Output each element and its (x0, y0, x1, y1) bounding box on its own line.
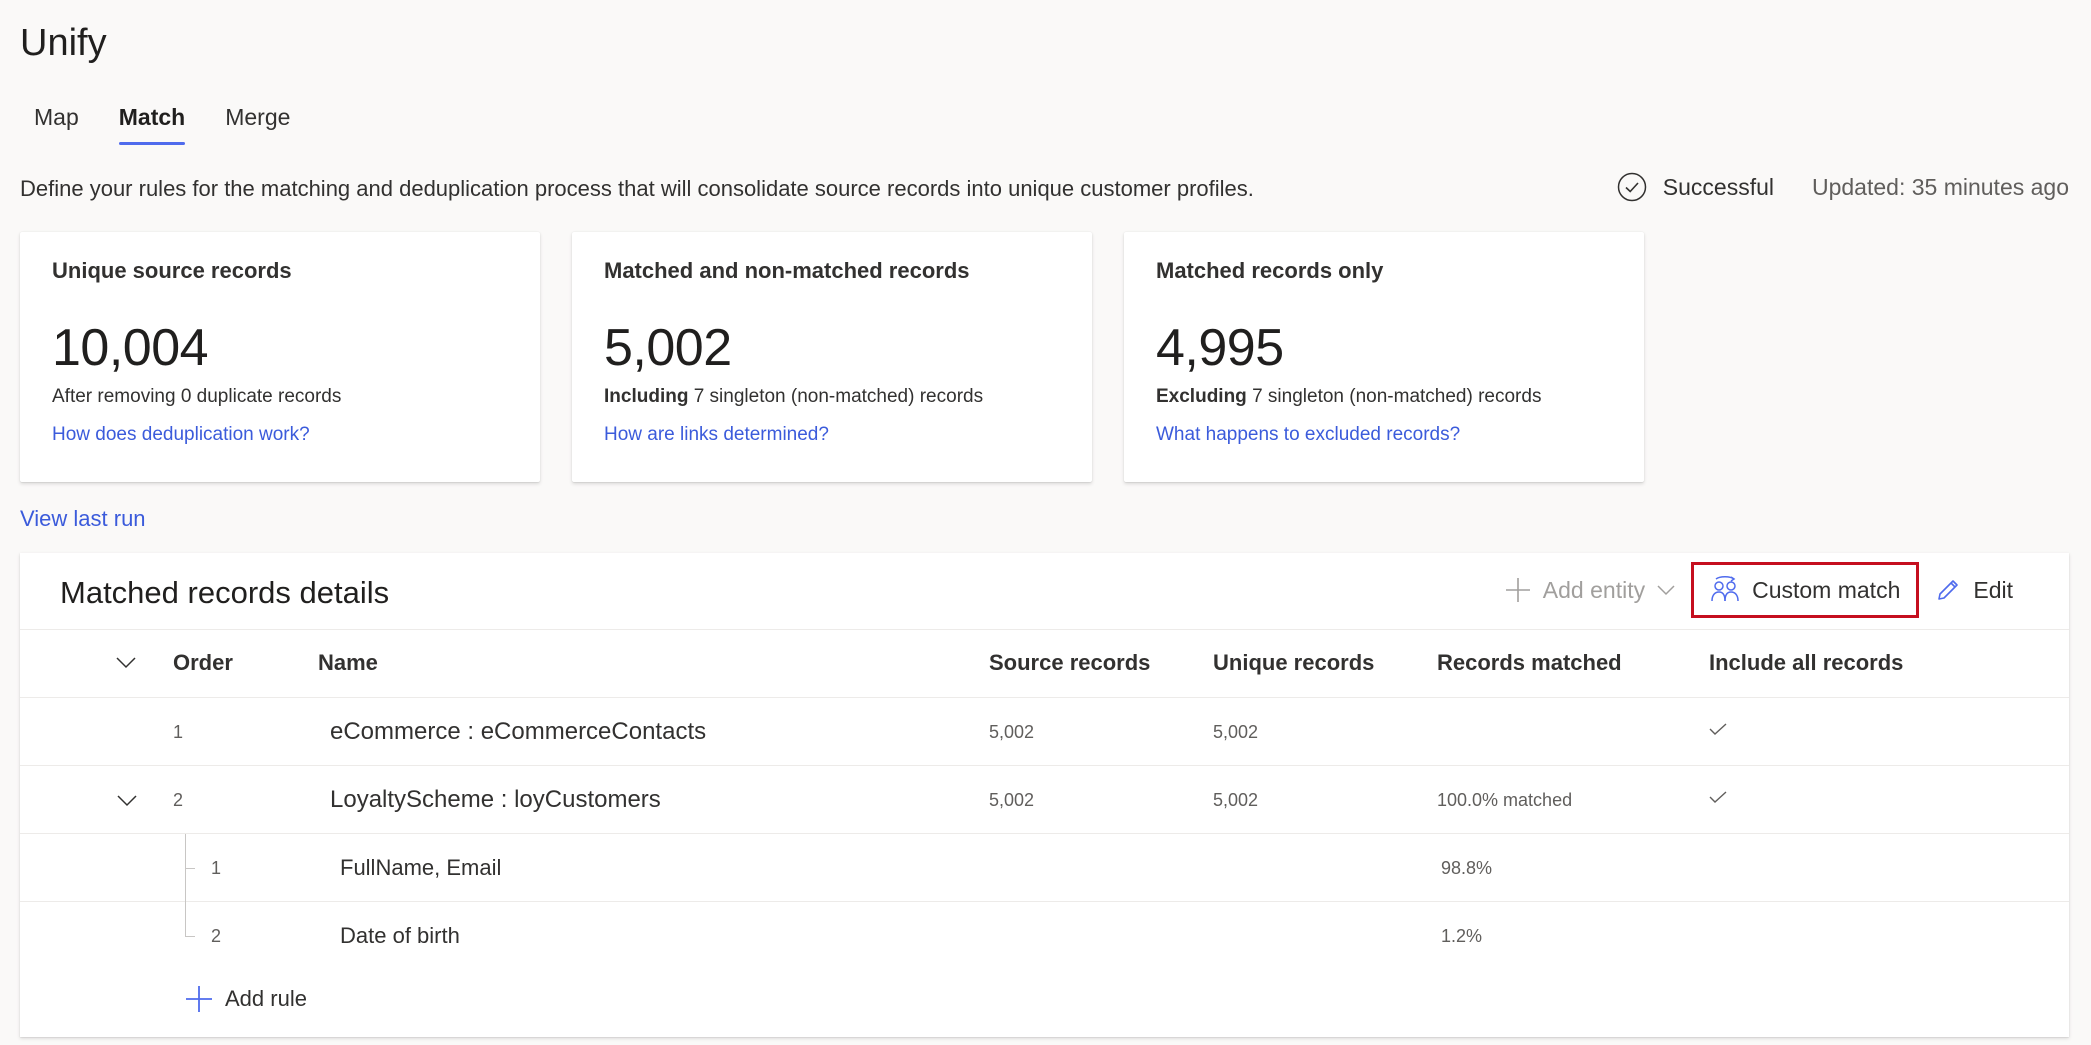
row-records-matched: 100.0% matched (1437, 790, 1573, 810)
row-source-records: 5,002 (989, 790, 1035, 810)
card-value: 10,004 (52, 319, 209, 377)
card-value: 5,002 (604, 319, 732, 377)
card-matched-and-non-matched: Matched and non-matched records 5,002 In… (572, 232, 1092, 482)
column-header-order[interactable]: Order (173, 650, 233, 676)
card-subtext: Including 7 singleton (non-matched) reco… (604, 386, 984, 407)
table-row[interactable]: 2 LoyaltyScheme : loyCustomers 5,002 5,0… (20, 766, 2069, 834)
card-unique-source-records: Unique source records 10,004 After remov… (20, 232, 540, 482)
add-rule-button[interactable]: Add rule (185, 985, 307, 1013)
status-area: Successful Updated: 35 minutes ago (1617, 172, 2069, 202)
custom-match-button[interactable]: Custom match (1691, 562, 1920, 618)
add-icon (186, 986, 212, 1012)
details-toolbar: Add entity Custom match Edit (1489, 562, 2029, 618)
row-unique-records: 5,002 (1213, 790, 1259, 810)
add-icon (1505, 578, 1530, 602)
table-header: Order Name Source records Unique records… (20, 630, 2069, 698)
panel-header: Matched records details Add entity Custo… (20, 553, 2069, 630)
column-header-name[interactable]: Name (318, 650, 378, 676)
rule-order: 2 (211, 926, 222, 946)
panel-title: Matched records details (60, 575, 390, 610)
column-header-include-all-records[interactable]: Include all records (1709, 650, 1903, 676)
pencil-icon (1938, 580, 1959, 600)
column-header-records-matched[interactable]: Records matched (1437, 650, 1622, 676)
chevron-down-icon (1657, 585, 1675, 596)
row-collapse-chevron-icon[interactable] (117, 794, 137, 808)
row-entity-name: eCommerce : eCommerceContacts (330, 718, 707, 745)
rule-name: Date of birth (340, 923, 460, 948)
rule-records-matched: 1.2% (1441, 926, 1483, 946)
tree-connector (185, 868, 195, 869)
rule-order: 1 (211, 858, 222, 878)
tree-connector (185, 902, 186, 936)
column-header-unique-records[interactable]: Unique records (1213, 650, 1374, 676)
deduplication-help-link[interactable]: How does deduplication work? (52, 424, 508, 446)
excluded-records-help-link[interactable]: What happens to excluded records? (1156, 424, 1612, 446)
row-order: 2 (173, 790, 184, 810)
table-row[interactable]: 1 eCommerce : eCommerceContacts 5,002 5,… (20, 698, 2069, 766)
matched-records-details-panel: Matched records details Add entity Custo… (20, 553, 2069, 1037)
success-check-icon (1617, 172, 1647, 202)
checkmark-icon (1709, 791, 1727, 803)
card-matched-records-only: Matched records only 4,995 Excluding 7 s… (1124, 232, 1644, 482)
rule-name: FullName, Email (340, 855, 502, 880)
collapse-all-chevron-icon[interactable] (116, 656, 136, 670)
updated-timestamp: Updated: 35 minutes ago (1811, 173, 2069, 200)
card-subtext: After removing 0 duplicate records (52, 386, 342, 407)
page-title: Unify (20, 22, 107, 64)
rule-row[interactable]: 2 Date of birth 1.2% (20, 902, 2069, 970)
view-last-run-link[interactable]: View last run (20, 506, 146, 532)
card-value: 4,995 (1156, 319, 1284, 377)
tab-match[interactable]: Match (105, 100, 199, 145)
links-help-link[interactable]: How are links determined? (604, 424, 1060, 446)
row-unique-records: 5,002 (1213, 722, 1259, 742)
page-description: Define your rules for the matching and d… (20, 176, 1254, 201)
checkmark-icon (1709, 723, 1727, 735)
rule-row[interactable]: 1 FullName, Email 98.8% (20, 834, 2069, 902)
tab-bar: Map Match Merge (20, 100, 316, 145)
card-title: Matched and non-matched records (604, 258, 970, 283)
card-title: Matched records only (1156, 258, 1384, 283)
summary-cards: Unique source records 10,004 After remov… (20, 232, 1676, 482)
rule-records-matched: 98.8% (1441, 858, 1493, 878)
row-entity-name: LoyaltyScheme : loyCustomers (330, 786, 661, 813)
custom-match-icon (1711, 576, 1739, 602)
status-label: Successful (1662, 173, 1774, 200)
column-header-source-records[interactable]: Source records (989, 650, 1150, 676)
row-order: 1 (173, 722, 184, 742)
tab-map[interactable]: Map (20, 100, 93, 145)
add-entity-button[interactable]: Add entity (1489, 562, 1691, 618)
card-subtext: Excluding 7 singleton (non-matched) reco… (1156, 386, 1542, 407)
tree-connector (185, 936, 195, 937)
edit-button[interactable]: Edit (1919, 562, 2029, 618)
card-title: Unique source records (52, 258, 292, 283)
tab-merge[interactable]: Merge (211, 100, 304, 145)
row-source-records: 5,002 (989, 722, 1035, 742)
